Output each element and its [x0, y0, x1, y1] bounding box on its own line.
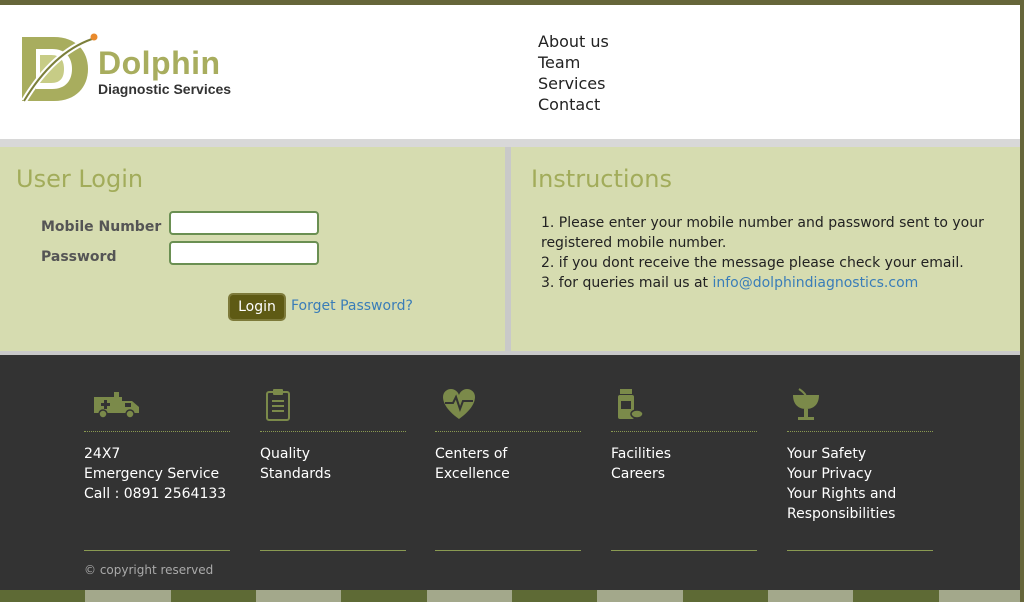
bottom-stripes — [0, 590, 1024, 602]
pharmacy-icon — [793, 388, 819, 420]
password-label: Password — [41, 249, 117, 265]
footer-line: Call : 0891 2564133 — [84, 486, 227, 502]
footer-col-quality: Quality Standards — [260, 387, 406, 551]
instruction-item: 1. Please enter your mobile number and p… — [541, 215, 984, 251]
footer-line: Your Rights and — [787, 486, 897, 502]
dolphin-logo-icon — [21, 33, 98, 103]
footer-line: Emergency Service — [84, 466, 220, 482]
forgot-password-link[interactable]: Forget Password? — [291, 298, 413, 314]
mobile-label: Mobile Number — [41, 219, 162, 235]
heartbeat-icon — [443, 389, 475, 419]
login-panel: User Login Mobile Number Password Login … — [0, 147, 505, 351]
footer-line: Facilities — [611, 446, 671, 462]
instruction-text: 3. for queries mail us at — [541, 275, 713, 291]
footer-col-emergency: 24X7 Emergency Service Call : 0891 25641… — [84, 387, 230, 551]
footer-line: Your Safety — [787, 446, 867, 462]
footer-col-facilities: Facilities Careers — [611, 387, 757, 551]
logo[interactable]: Dolphin Diagnostic Services — [18, 33, 248, 115]
nav-services[interactable]: Services — [538, 73, 609, 94]
nav-contact[interactable]: Contact — [538, 94, 609, 115]
login-title: User Login — [16, 165, 144, 193]
footer-line: Quality — [260, 446, 311, 462]
footer-line: Your Privacy — [787, 466, 873, 482]
copyright-text: © copyright reserved — [84, 563, 214, 577]
brand-name: Dolphin — [98, 45, 221, 81]
footer-line: Standards — [260, 466, 331, 482]
right-border — [1020, 0, 1024, 602]
nav-about-us[interactable]: About us — [538, 31, 609, 52]
instruction-item: 2. if you dont receive the message pleas… — [541, 255, 964, 271]
nav-team[interactable]: Team — [538, 52, 609, 73]
main-nav: About us Team Services Contact — [538, 31, 609, 115]
header-divider — [0, 139, 1020, 147]
footer-line: Excellence — [435, 466, 510, 482]
footer-col-safety: Your Safety Your Privacy Your Rights and… — [787, 387, 933, 551]
footer-line: Centers of — [435, 446, 508, 462]
brand-subtitle: Diagnostic Services — [98, 81, 232, 97]
instructions-list: 1. Please enter your mobile number and p… — [541, 213, 1001, 293]
ambulance-icon — [94, 392, 139, 419]
footer-line: Careers — [611, 466, 666, 482]
footer-line: Responsibilities — [787, 506, 896, 522]
site-header: Dolphin Diagnostic Services About us Tea… — [0, 5, 1020, 139]
clipboard-icon — [266, 389, 290, 421]
instructions-title: Instructions — [531, 165, 672, 193]
instruction-item: 3. for queries mail us at info@dolphindi… — [541, 273, 1001, 293]
footer-line: 24X7 — [84, 446, 121, 462]
mobile-number-input[interactable] — [169, 211, 319, 235]
password-input[interactable] — [169, 241, 319, 265]
footer-col-centers: Centers of Excellence — [435, 387, 581, 551]
login-button[interactable]: Login — [228, 293, 286, 321]
medicine-icon — [618, 389, 644, 419]
site-footer: 24X7 Emergency Service Call : 0891 25641… — [0, 355, 1020, 590]
email-link[interactable]: info@dolphindiagnostics.com — [712, 275, 918, 291]
